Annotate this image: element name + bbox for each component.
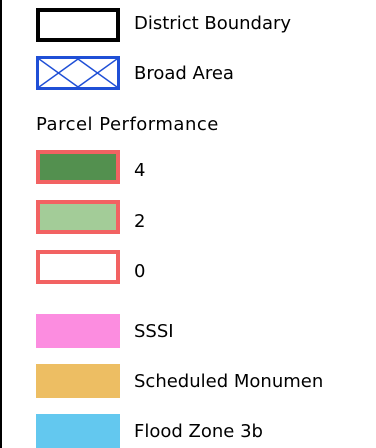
parcel-0-swatch <box>36 250 120 284</box>
scheduled-monument-swatch <box>36 364 120 398</box>
broad-area-label: Broad Area <box>134 63 234 84</box>
flood-zone-label: Flood Zone 3b <box>134 421 263 442</box>
parcel-4-swatch <box>36 150 120 184</box>
legend-item-flood-zone-3b: Flood Zone 3b <box>0 0 376 448</box>
parcel-0-label: 0 <box>134 261 146 282</box>
flood-zone-swatch <box>36 414 120 448</box>
parcel-2-swatch <box>36 200 120 234</box>
sssi-swatch <box>36 314 120 348</box>
broad-area-hatch-icon <box>39 59 117 87</box>
broad-area-swatch <box>36 56 120 90</box>
legend-panel-border <box>0 0 2 448</box>
scheduled-monument-label: Scheduled Monumen <box>134 371 324 392</box>
sssi-label: SSSI <box>134 321 174 342</box>
parcel-performance-title: Parcel Performance <box>36 114 219 135</box>
parcel-4-label: 4 <box>134 160 146 181</box>
parcel-2-label: 2 <box>134 211 146 232</box>
